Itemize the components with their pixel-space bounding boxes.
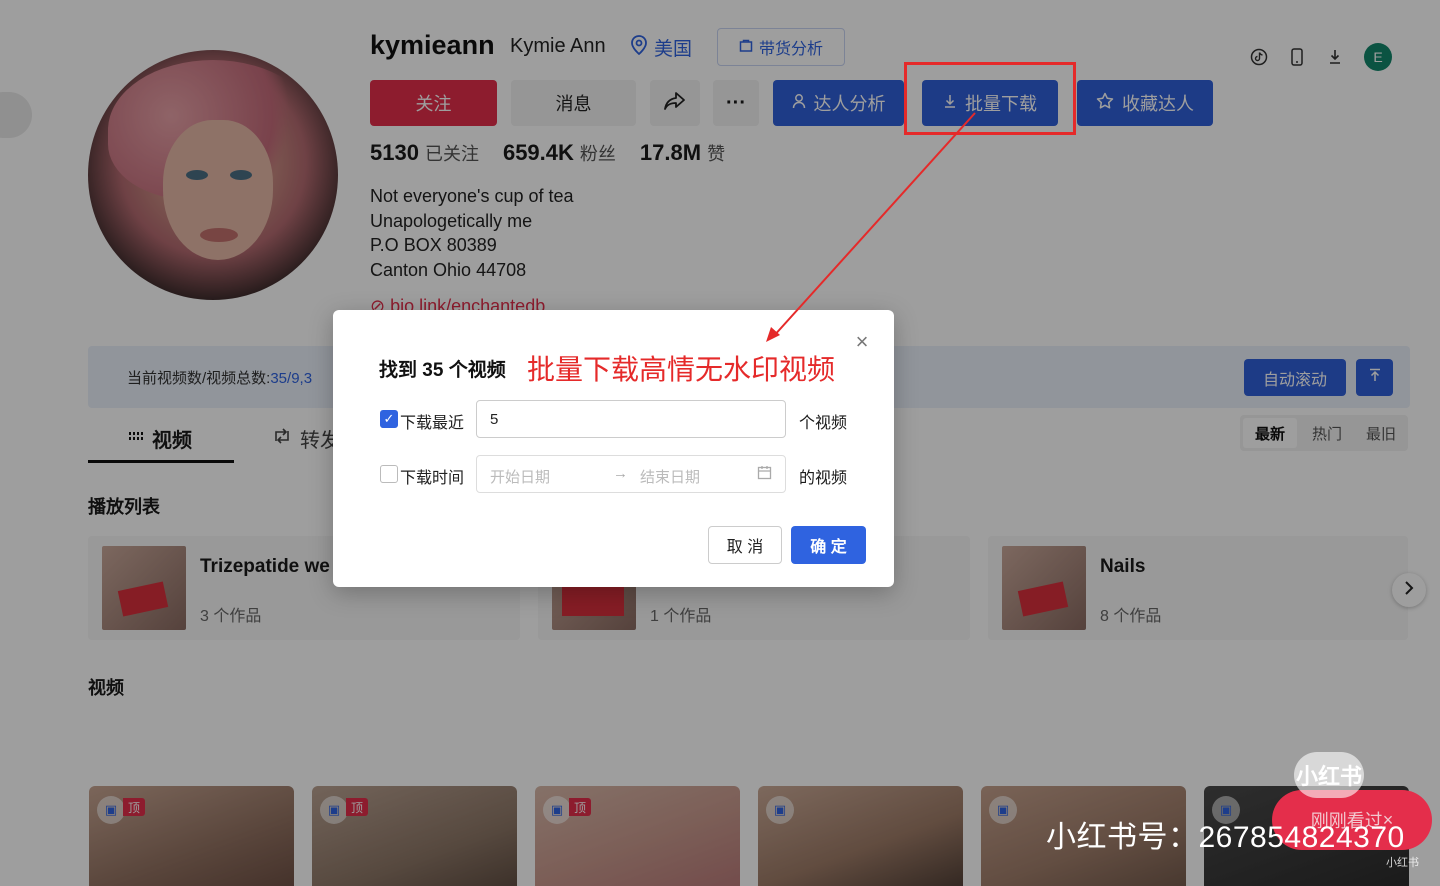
time-unit: 的视频 (799, 470, 848, 487)
end-date-field[interactable]: 结束日期 (640, 466, 700, 487)
recent-checkbox[interactable]: ✓ (380, 410, 398, 428)
confirm-button[interactable]: 确 定 (791, 526, 866, 564)
start-date-field[interactable]: 开始日期 (490, 466, 550, 487)
time-label: 下载时间 (400, 470, 465, 487)
page: kymieann Kymie Ann 美国 带货分析 关注 消息 ··· 达人分… (0, 0, 1440, 886)
recent-label: 下载最近 (400, 415, 465, 432)
recent-count-input[interactable]: 5 (476, 400, 786, 438)
cancel-button[interactable]: 取 消 (708, 526, 782, 564)
dialog-title: 找到 35 个视频 (379, 360, 506, 381)
calendar-icon (757, 465, 772, 484)
recent-unit: 个视频 (799, 415, 848, 432)
watermark-id-text: 小红书号：267854824370 (1046, 821, 1405, 854)
close-icon[interactable]: × (851, 331, 873, 353)
date-range-picker[interactable]: 开始日期 → 结束日期 (476, 455, 786, 493)
arrow-right-icon: → (613, 465, 628, 482)
annotation-highlight-box (904, 62, 1076, 135)
time-checkbox[interactable] (380, 465, 398, 483)
watermark-small: 小红书 (1386, 857, 1419, 869)
watermark-logo: 小红书 (1294, 752, 1364, 798)
annotation-text: 批量下载高情无水印视频 (527, 354, 836, 385)
